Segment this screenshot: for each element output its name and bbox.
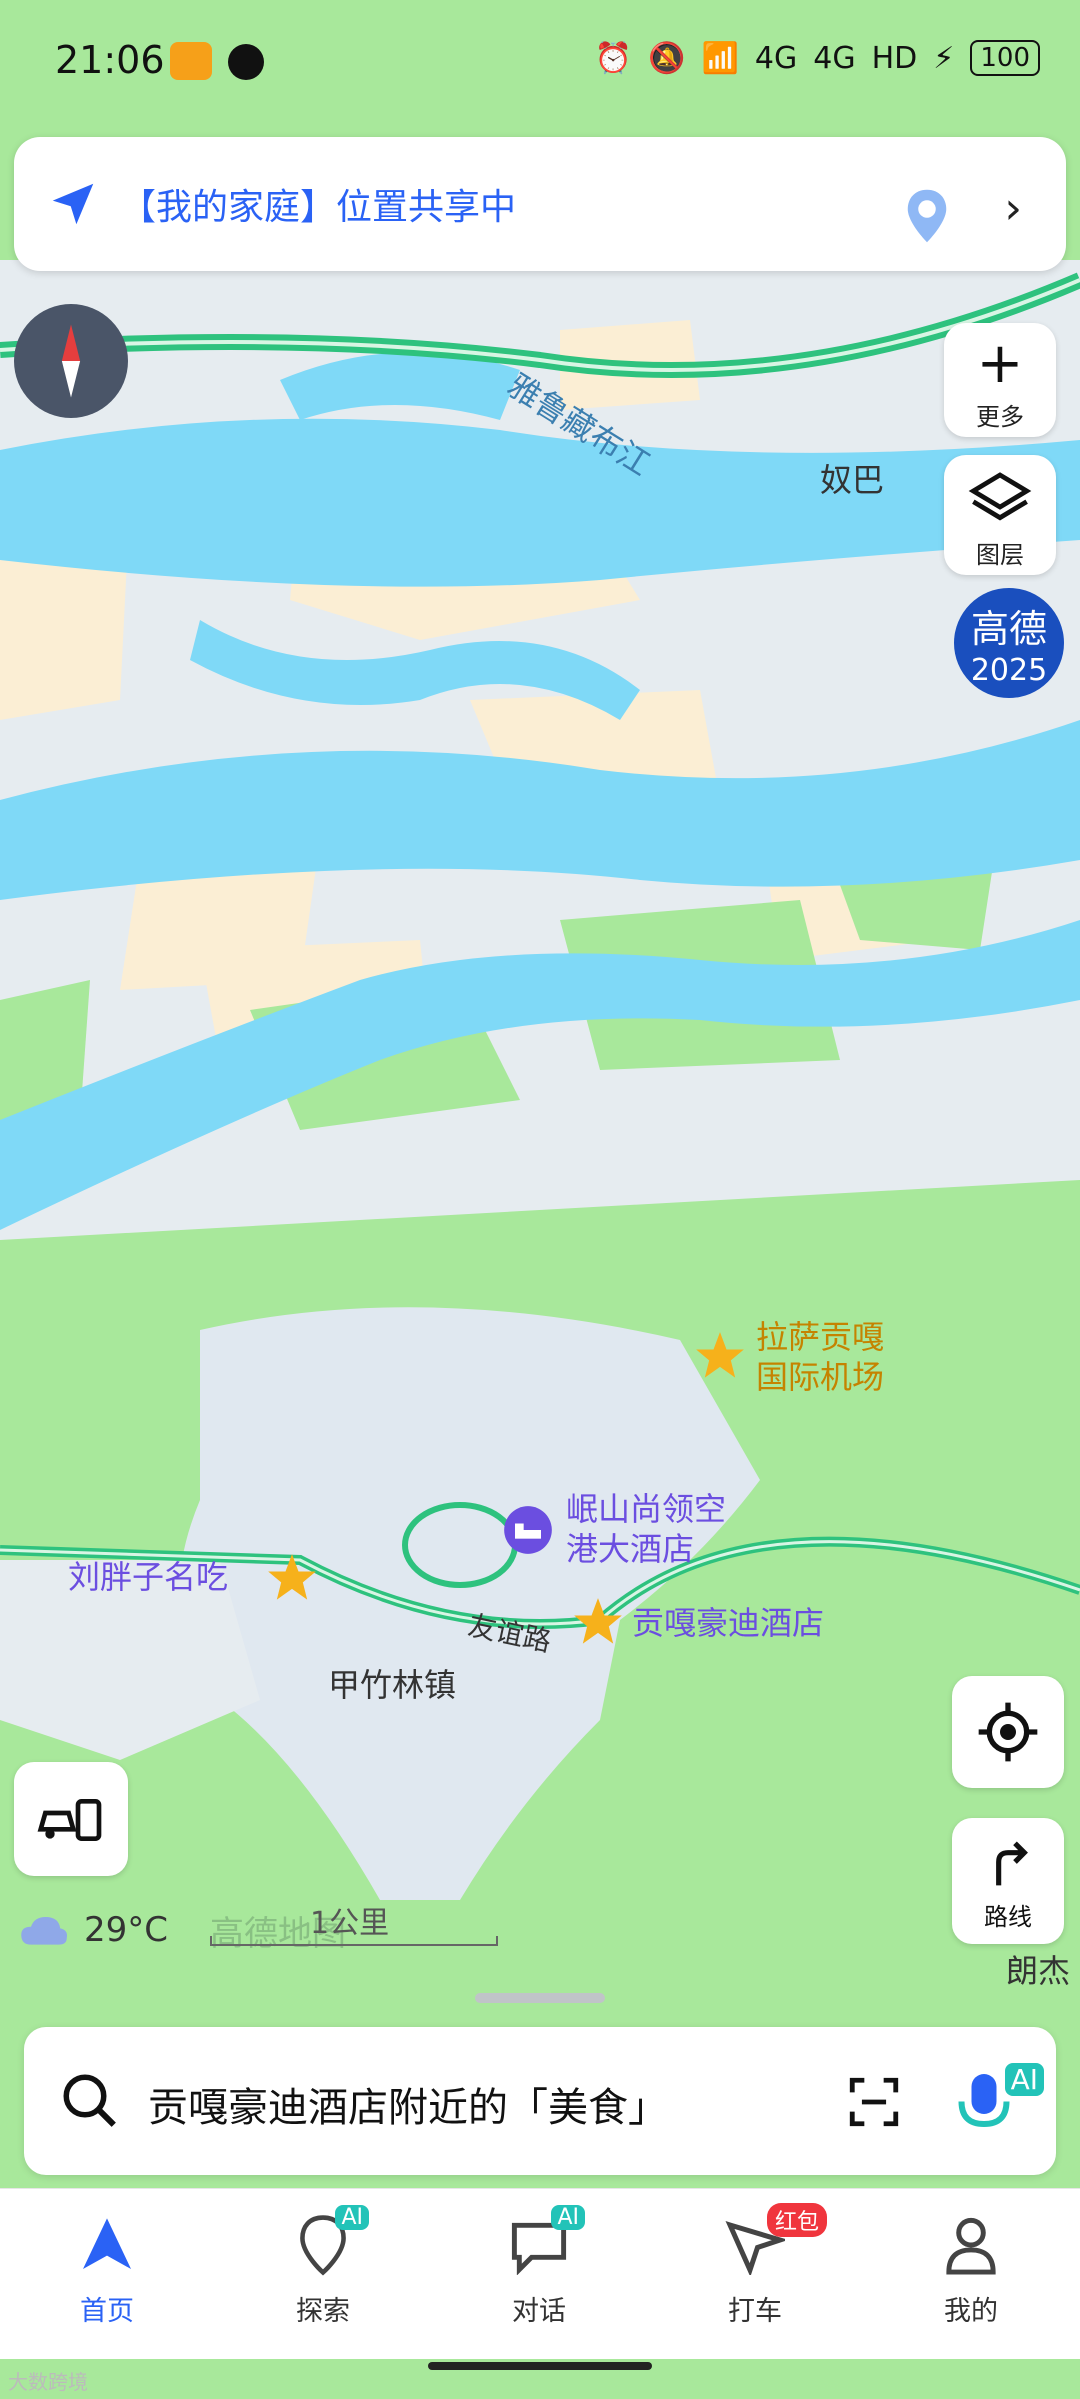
crosshair-icon (978, 1702, 1038, 1762)
tab-mine-label: 我的 (944, 2296, 998, 2327)
navigation-arrow-icon (83, 2218, 131, 2269)
tab-explore-badge: AI (335, 2205, 369, 2230)
route-arrow-icon (996, 1841, 1028, 1886)
sheet-drag-handle[interactable] (475, 1993, 605, 2003)
home-indicator[interactable] (428, 2362, 652, 2370)
star-food-icon (268, 1554, 316, 1600)
microphone-indicator-icon (170, 42, 212, 80)
tab-home-label: 首页 (80, 2296, 134, 2327)
more-label: 更多 (976, 403, 1024, 431)
tab-explore-label: 探索 (296, 2296, 350, 2327)
temperature: 29°C (84, 1910, 169, 1950)
profile-icon (946, 2217, 996, 2275)
tab-explore[interactable]: AI 探索 (248, 2205, 398, 2328)
hotel2-label: 贡嘎豪迪酒店 (632, 1604, 825, 1642)
star-poi-icon (696, 1332, 744, 1378)
bottom-tab-bar: 首页 AI 探索 AI 对话 红包 打车 我的 (0, 2188, 1080, 2359)
place-label-nuba[interactable]: 奴巴 (820, 455, 884, 501)
wifi-icon: 📶 (701, 40, 739, 76)
status-bar: 21:06 ⏰ 🔕 📶 4G 4G HD ⚡ 100 (0, 0, 1080, 120)
more-button[interactable]: + 更多 (944, 323, 1056, 437)
recording-dot-icon (228, 44, 264, 80)
status-icons: ⏰ 🔕 📶 4G 4G HD ⚡ 100 (595, 40, 1040, 76)
car-phone-button[interactable] (14, 1762, 128, 1876)
map-scale: 高德地图 1公里 (210, 1898, 498, 1954)
cloud-icon (21, 1917, 68, 1945)
tab-chat-badge: AI (551, 2205, 585, 2230)
watermark: 大数跨境 (8, 2370, 88, 2394)
plus-icon: + (976, 331, 1024, 396)
location-sharing-banner[interactable]: 【我的家庭】位置共享中 › (14, 137, 1066, 271)
tab-mine[interactable]: 我的 (896, 2209, 1046, 2328)
route-button[interactable]: 路线 (952, 1818, 1064, 1944)
brand-line1: 高德 (970, 607, 1047, 651)
hotel-bed-icon (504, 1506, 552, 1554)
food-label: 刘胖子名吃 (68, 1558, 229, 1596)
place-label-langjie[interactable]: 朗杰 (1006, 1946, 1070, 1992)
tab-taxi-badge: 红包 (766, 2203, 827, 2237)
hotel1-label-line1: 岷山尚领空 (566, 1490, 727, 1528)
battery-level: 100 (970, 40, 1040, 76)
chevron-right-icon: › (1004, 183, 1022, 234)
ai-badge: AI (1004, 2063, 1044, 2096)
network-1: 4G (754, 40, 798, 76)
tab-chat[interactable]: AI 对话 (464, 2205, 614, 2328)
tab-home[interactable]: 首页 (32, 2209, 182, 2328)
search-icon (63, 2074, 116, 2127)
tab-taxi[interactable]: 红包 打车 (680, 2203, 830, 2328)
navigation-arrow-icon (52, 183, 94, 225)
search-text: 贡嘎豪迪酒店附近的「美食」 (148, 2085, 668, 2131)
hd-label: HD (871, 40, 918, 76)
network-2: 4G (813, 40, 856, 76)
airport-label-line2: 国际机场 (756, 1358, 885, 1396)
charging-icon: ⚡ (933, 40, 955, 76)
tab-taxi-label: 打车 (728, 2296, 782, 2327)
star-hotel-icon (574, 1598, 622, 1644)
brand-line2: 2025 (970, 653, 1048, 688)
airport-label-line1: 拉萨贡嘎 (756, 1318, 885, 1356)
ai-voice-button[interactable]: AI (954, 2063, 1044, 2143)
layers-label: 图层 (976, 541, 1024, 569)
layers-icon (968, 472, 1032, 521)
layers-button[interactable]: 图层 (944, 455, 1056, 575)
hotel1-label-line2: 港大酒店 (566, 1530, 695, 1568)
location-pin-icon (907, 189, 947, 243)
tab-chat-label: 对话 (512, 2296, 566, 2327)
car-phone-icon (37, 1799, 102, 1841)
route-label: 路线 (984, 1903, 1032, 1931)
amap-2025-badge[interactable]: 高德 2025 (954, 588, 1064, 698)
scan-icon[interactable] (844, 2073, 904, 2131)
town-label[interactable]: 甲竹林镇 (328, 1660, 456, 1706)
weather-widget[interactable]: 29°C (18, 1910, 168, 1950)
status-time: 21:06 (55, 38, 165, 82)
compass-icon[interactable] (14, 304, 128, 418)
scale-bar (210, 1936, 498, 1946)
banner-label: 【我的家庭】位置共享中 (120, 187, 517, 228)
alarm-icon: ⏰ (594, 40, 633, 76)
search-bar[interactable]: 贡嘎豪迪酒店附近的「美食」 AI (24, 2027, 1056, 2175)
my-location-button[interactable] (952, 1676, 1064, 1788)
mute-icon: 🔕 (648, 40, 686, 76)
